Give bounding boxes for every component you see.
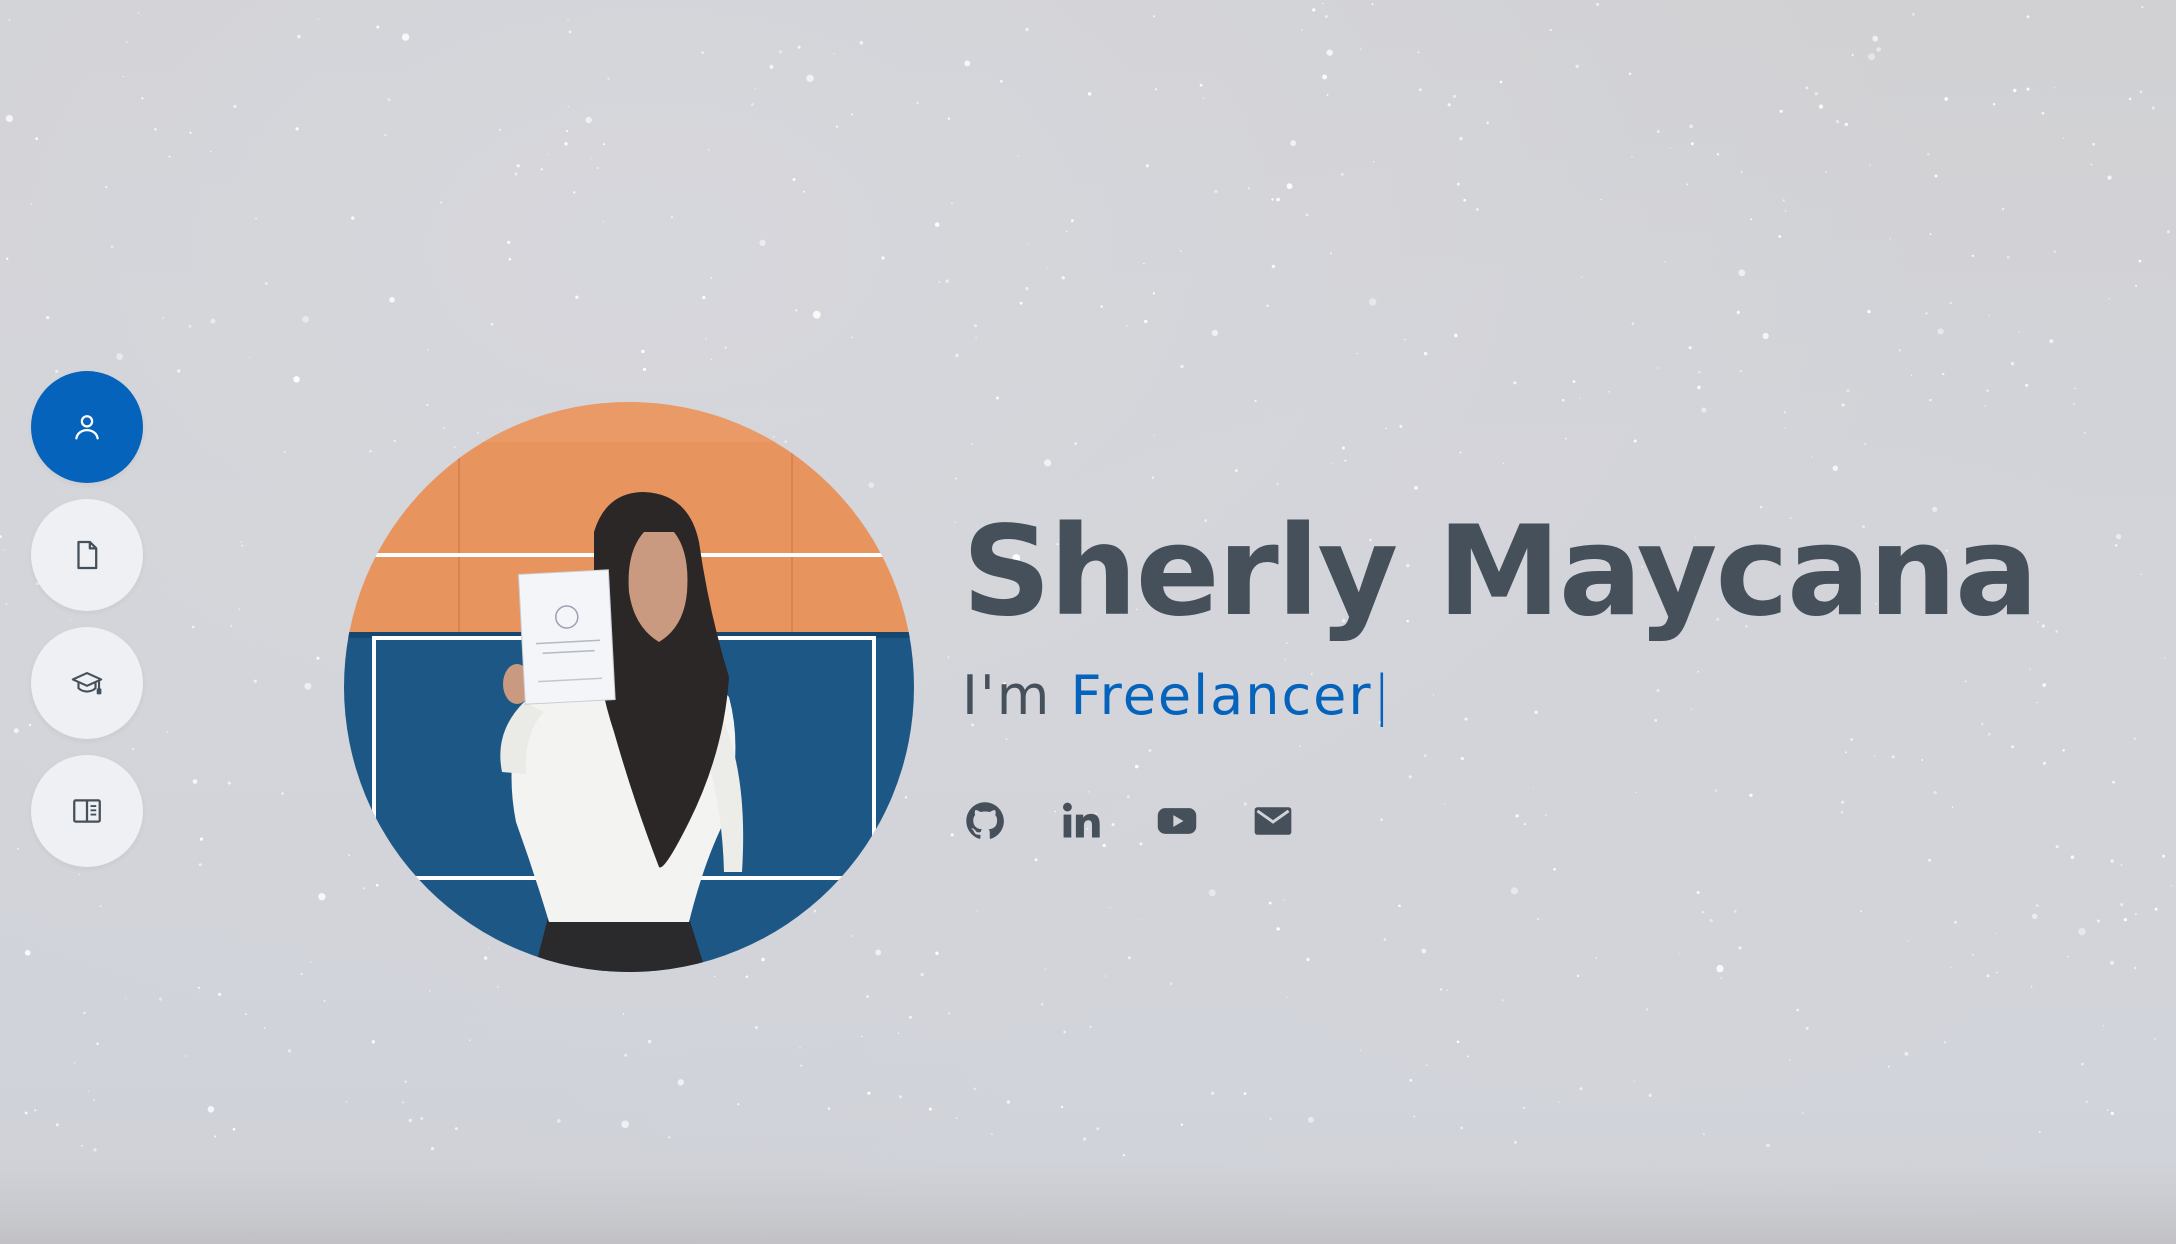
hero-prefix: I'm bbox=[962, 664, 1071, 727]
book-icon bbox=[73, 799, 101, 823]
ground-silhouette bbox=[0, 1164, 2176, 1244]
nav-education-button[interactable] bbox=[31, 627, 143, 739]
profile-photo bbox=[344, 402, 914, 972]
hero-name: Sherly Maycana bbox=[962, 500, 2039, 644]
github-link[interactable] bbox=[962, 798, 1008, 844]
nav-home-button[interactable] bbox=[31, 371, 143, 483]
typing-cursor: | bbox=[1372, 664, 1393, 727]
linkedin-link[interactable] bbox=[1058, 798, 1104, 844]
youtube-icon bbox=[1157, 808, 1197, 834]
youtube-link[interactable] bbox=[1154, 798, 1200, 844]
person-icon bbox=[75, 415, 99, 440]
mail-link[interactable] bbox=[1250, 798, 1296, 844]
hero-role: Freelancer bbox=[1070, 664, 1373, 727]
hero-subtitle: I'm Freelancer| bbox=[962, 664, 1393, 727]
linkedin-icon bbox=[1063, 802, 1100, 838]
file-icon bbox=[77, 540, 98, 570]
social-links bbox=[962, 798, 1296, 844]
side-navigation bbox=[31, 371, 143, 883]
nav-resume-button[interactable] bbox=[31, 499, 143, 611]
mail-icon bbox=[1254, 807, 1292, 835]
graduation-cap-icon bbox=[71, 672, 103, 695]
github-icon bbox=[966, 802, 1004, 839]
nav-portfolio-button[interactable] bbox=[31, 755, 143, 867]
